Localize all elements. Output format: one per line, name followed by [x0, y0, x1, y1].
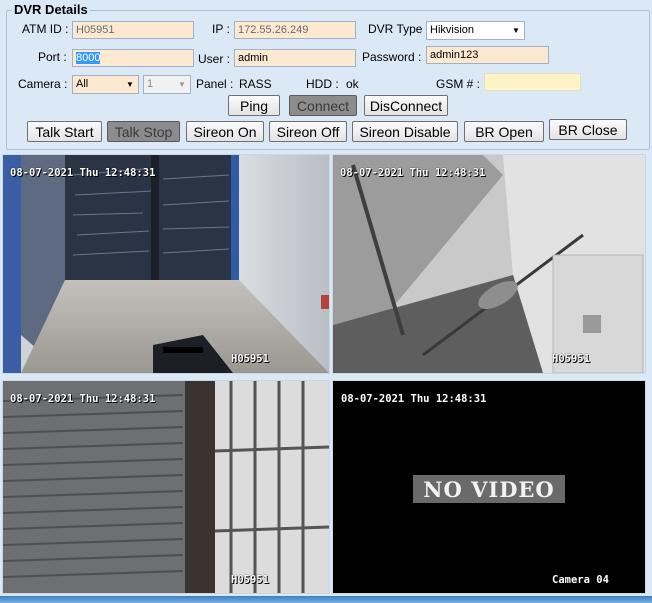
- user-label: User :: [198, 52, 231, 66]
- sireon-off-button[interactable]: Sireon Off: [269, 121, 347, 142]
- camera-grid: 08-07-2021 Thu 12:48:31 H05951 08-07-202…: [0, 152, 648, 594]
- camera-feed-3[interactable]: 08-07-2021 Thu 12:48:31 H05951: [2, 380, 330, 594]
- atm-id-label: ATM ID :: [22, 22, 69, 36]
- panel-label: Panel :: [196, 77, 234, 91]
- camera-1-timestamp: 08-07-2021 Thu 12:48:31: [10, 167, 156, 179]
- ping-button[interactable]: Ping: [228, 95, 280, 116]
- window-bottom-edge: [0, 596, 652, 603]
- dvr-type-select[interactable]: Hikvision ▼: [426, 21, 525, 40]
- password-field[interactable]: admin123: [426, 46, 549, 64]
- camera-select[interactable]: All ▼: [72, 75, 139, 94]
- camera-number-select[interactable]: 1 ▼: [143, 75, 191, 94]
- sireon-on-button[interactable]: Sireon On: [186, 121, 264, 142]
- dropdown-arrow-icon[interactable]: ▼: [174, 76, 190, 93]
- port-value: 8000: [76, 52, 101, 64]
- camera-3-label: H05951: [231, 574, 269, 586]
- camera-3-image: [3, 381, 329, 593]
- br-close-button[interactable]: BR Close: [549, 119, 627, 140]
- camera-4-timestamp: 08-07-2021 Thu 12:48:31: [341, 393, 487, 405]
- gsm-field[interactable]: [484, 73, 581, 91]
- camera-3-timestamp: 08-07-2021 Thu 12:48:31: [10, 393, 156, 405]
- port-label: Port :: [38, 50, 67, 64]
- dropdown-arrow-icon[interactable]: ▼: [508, 22, 524, 39]
- camera-label: Camera :: [18, 77, 68, 91]
- password-label: Password :: [362, 50, 422, 64]
- panel-value: RASS: [239, 77, 272, 91]
- disconnect-button[interactable]: DisConnect: [364, 95, 448, 116]
- camera-4-label: Camera 04: [552, 574, 609, 586]
- camera-2-image: [333, 155, 645, 373]
- talk-start-button[interactable]: Talk Start: [27, 121, 102, 142]
- atm-id-field[interactable]: H05951: [72, 21, 194, 39]
- port-field[interactable]: 8000: [72, 49, 194, 67]
- group-title: DVR Details: [12, 2, 90, 17]
- ip-field[interactable]: 172.55.26.249: [234, 21, 356, 39]
- hdd-label: HDD :: [306, 77, 339, 91]
- camera-value: All: [76, 78, 89, 90]
- sireon-disable-button[interactable]: Sireon Disable: [352, 121, 458, 142]
- camera-1-image: [3, 155, 329, 373]
- camera-feed-4[interactable]: 08-07-2021 Thu 12:48:31 NO VIDEO Camera …: [332, 380, 646, 594]
- camera-2-timestamp: 08-07-2021 Thu 12:48:31: [340, 167, 486, 179]
- gsm-label: GSM # :: [436, 77, 481, 91]
- no-video-overlay: NO VIDEO: [413, 475, 565, 503]
- dropdown-arrow-icon[interactable]: ▼: [122, 76, 138, 93]
- camera-1-label: H05951: [231, 353, 269, 365]
- user-field[interactable]: admin: [234, 49, 356, 67]
- camera-feed-1[interactable]: 08-07-2021 Thu 12:48:31 H05951: [2, 154, 330, 374]
- dvr-type-label: DVR Type :: [368, 22, 430, 36]
- ip-label: IP :: [212, 22, 230, 36]
- talk-stop-button[interactable]: Talk Stop: [107, 121, 180, 142]
- camera-number-value: 1: [147, 78, 154, 90]
- br-open-button[interactable]: BR Open: [464, 121, 544, 142]
- camera-2-label: H05951: [552, 353, 590, 365]
- dvr-type-value: Hikvision: [430, 24, 475, 36]
- camera-feed-2[interactable]: 08-07-2021 Thu 12:48:31 H05951: [332, 154, 646, 374]
- hdd-value: ok: [346, 77, 359, 91]
- connect-button[interactable]: Connect: [289, 95, 357, 116]
- dvr-details-panel: DVR Details ATM ID : H05951 IP : 172.55.…: [2, 0, 650, 150]
